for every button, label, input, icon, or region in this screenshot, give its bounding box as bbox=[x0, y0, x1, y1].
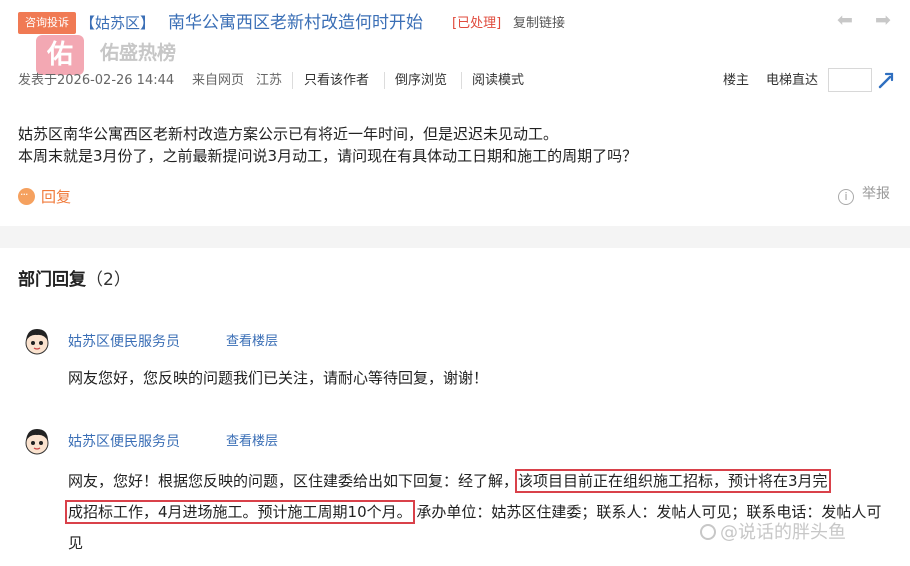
reply-button[interactable]: 回复 bbox=[18, 184, 72, 208]
floor-owner-label: 楼主 bbox=[723, 73, 750, 88]
meta-divider bbox=[384, 72, 385, 89]
copy-link-button[interactable]: 复制链接 bbox=[513, 14, 565, 34]
post-source: 来自网页 bbox=[192, 73, 245, 88]
post-body-line-1: 姑苏区南华公寓西区老新村改造方案公示已有将近一年时间，但是迟迟未见动工。 bbox=[18, 125, 559, 143]
status-badge: [已处理] bbox=[452, 16, 502, 31]
read-mode-link[interactable]: 阅读模式 bbox=[472, 72, 524, 90]
prev-arrow-icon[interactable]: ⬅ bbox=[834, 10, 856, 30]
meta-divider bbox=[461, 72, 462, 89]
replies-count: （2） bbox=[86, 270, 131, 290]
reply-author[interactable]: 姑苏区便民服务员 bbox=[68, 332, 180, 352]
watermark-author-text: @说话的胖头鱼 bbox=[720, 522, 846, 543]
region-link[interactable]: 【姑苏区】 bbox=[80, 13, 155, 33]
only-author-link[interactable]: 只看该作者 bbox=[304, 72, 369, 90]
avatar bbox=[25, 329, 49, 355]
comment-icon bbox=[18, 184, 35, 206]
post-title: 南华公寓西区老新村改造何时开始 bbox=[168, 13, 423, 33]
highlighted-text-1: 该项目目前正在组织施工招标，预计将在3月完 bbox=[515, 469, 831, 493]
watermark-brand: 佑盛热榜 bbox=[100, 42, 177, 64]
info-icon: i bbox=[838, 189, 854, 205]
watermark-icon bbox=[700, 524, 716, 540]
jump-go-icon[interactable] bbox=[876, 70, 896, 90]
reply-label: 回复 bbox=[41, 188, 72, 206]
replies-title-text: 部门回复 bbox=[18, 270, 86, 290]
reply-text: 网友您好，您反映的问题我们已关注，请耐心等待回复，谢谢！ bbox=[68, 369, 489, 387]
reverse-order-link[interactable]: 倒序浏览 bbox=[395, 72, 447, 90]
floor-jump-input[interactable] bbox=[828, 68, 872, 92]
post-time: 发表于2026-02-26 14:44 bbox=[18, 73, 175, 88]
report-button[interactable]: i 举报 bbox=[838, 184, 890, 205]
view-floor-link[interactable]: 查看楼层 bbox=[226, 332, 278, 352]
meta-divider bbox=[292, 72, 293, 89]
watermark-author: @说话的胖头鱼 bbox=[700, 520, 846, 546]
post-location: 江苏 bbox=[256, 73, 283, 88]
section-divider bbox=[0, 226, 910, 248]
reply-author[interactable]: 姑苏区便民服务员 bbox=[68, 432, 180, 452]
highlighted-text-2: 成招标工作，4月进场施工。预计施工周期10个月。 bbox=[65, 500, 415, 524]
jump-label: 电梯直达 bbox=[766, 73, 819, 88]
replies-section-title: 部门回复（2） bbox=[18, 268, 131, 292]
next-arrow-icon[interactable]: ➡ bbox=[872, 10, 894, 30]
post-body-line-2: 本周末就是3月份了，之前最新提问说3月动工，请问现在有具体动工日期和施工的周期了… bbox=[18, 147, 638, 165]
view-floor-link[interactable]: 查看楼层 bbox=[226, 432, 278, 452]
reply-text-intro: 网友，您好！根据您反映的问题，区住建委给出如下回复：经了解， bbox=[68, 472, 519, 490]
watermark-logo: 佑 bbox=[36, 35, 84, 75]
report-label: 举报 bbox=[862, 186, 890, 202]
avatar bbox=[25, 429, 49, 455]
category-tag: 咨询投诉 bbox=[18, 12, 76, 34]
